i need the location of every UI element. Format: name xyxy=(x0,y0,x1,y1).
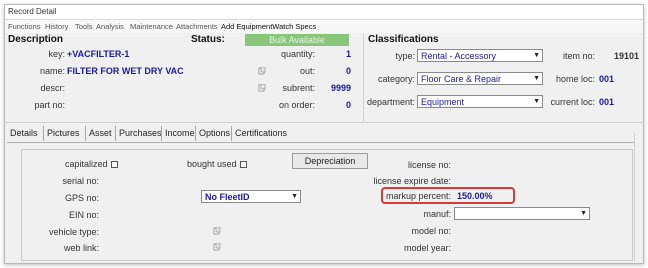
tab-income[interactable]: Income xyxy=(161,126,198,141)
markup-value[interactable]: 150.00% xyxy=(457,191,493,201)
currentloc-value[interactable]: 001 xyxy=(599,97,614,107)
status-badge: Bulk Available xyxy=(245,34,349,46)
currentloc-label: current loc: xyxy=(550,97,595,107)
homeloc-label: home loc: xyxy=(555,74,595,84)
tab-certifications[interactable]: Certifications xyxy=(231,126,290,141)
category-label: category: xyxy=(377,74,415,84)
manuf-label: manuf: xyxy=(423,209,451,219)
fleet-select-value: No FleetID xyxy=(205,192,250,202)
type-select-value: Rental - Accessory xyxy=(421,51,497,61)
department-select[interactable]: Equipment ▼ xyxy=(417,95,543,108)
web-link-label: web link: xyxy=(63,243,99,253)
notes-icon[interactable] xyxy=(213,227,221,235)
tab-details[interactable]: Details xyxy=(7,126,41,141)
license-expire-label: license expire date: xyxy=(373,176,451,186)
name-value[interactable]: FILTER FOR WET DRY VAC xyxy=(67,66,184,76)
classifications-title: Classifications xyxy=(368,34,439,45)
section-divider xyxy=(363,34,364,122)
menu-add-equipmentwatch-specs[interactable]: Add EquipmentWatch Specs xyxy=(221,22,316,31)
serial-label: serial no: xyxy=(62,176,99,186)
homeloc-value[interactable]: 001 xyxy=(599,74,614,84)
key-label: key: xyxy=(48,49,65,59)
model-year-label: model year: xyxy=(403,243,451,253)
description-panel: Description key: +VACFILTER-1 name: FILT… xyxy=(5,34,363,122)
itemno-label: item no: xyxy=(562,51,595,61)
header-divider xyxy=(5,122,643,123)
category-select-value: Floor Care & Repair xyxy=(421,74,502,84)
asset-tab-content: capitalized bought used Depreciation ser… xyxy=(7,142,639,263)
descr-label: descr: xyxy=(40,83,65,93)
onorder-label: on order: xyxy=(278,100,315,110)
category-select[interactable]: Floor Care & Repair ▼ xyxy=(417,72,543,85)
type-select[interactable]: Rental - Accessory ▼ xyxy=(417,49,543,62)
tab-purchases[interactable]: Purchases xyxy=(115,126,165,141)
notes-icon[interactable] xyxy=(213,243,221,251)
description-title: Description xyxy=(8,34,64,45)
notes-icon[interactable] xyxy=(258,84,266,92)
key-value[interactable]: +VACFILTER-1 xyxy=(67,49,129,59)
menu-functions[interactable]: Functions xyxy=(8,22,41,31)
license-label: license no: xyxy=(407,160,451,170)
manuf-select[interactable]: ▼ xyxy=(454,207,590,220)
capitalized-label: capitalized xyxy=(65,159,118,169)
notes-icon[interactable] xyxy=(258,67,266,75)
chevron-down-icon[interactable]: ▼ xyxy=(533,75,540,82)
ein-label: EIN no: xyxy=(68,210,99,220)
gps-label: GPS no: xyxy=(64,193,99,203)
title-bar: Record Detail xyxy=(5,5,643,20)
quantity-value: 1 xyxy=(345,49,351,59)
menu-attachments[interactable]: Attachments xyxy=(176,22,218,31)
out-label: out: xyxy=(299,66,315,76)
model-no-label: model no: xyxy=(411,226,451,236)
name-label: name: xyxy=(39,66,65,76)
itemno-value: 19101 xyxy=(613,51,639,61)
department-select-value: Equipment xyxy=(421,97,465,107)
window-title: Record Detail xyxy=(8,7,57,16)
vehicle-type-label: vehicle type: xyxy=(48,227,99,237)
tab-bar: Details Pictures Asset Purchases Income … xyxy=(5,126,643,142)
tab-options[interactable]: Options xyxy=(195,126,233,141)
menu-bar: Functions History Tools Analysis Mainten… xyxy=(5,20,643,33)
menu-tools[interactable]: Tools xyxy=(75,22,93,31)
bought-used-label: bought used xyxy=(187,159,247,169)
subrent-label: subrent: xyxy=(282,83,315,93)
vertical-scrollbar[interactable] xyxy=(634,133,643,261)
onorder-value: 0 xyxy=(345,100,351,110)
chevron-down-icon[interactable]: ▼ xyxy=(533,98,540,105)
subrent-value: 9999 xyxy=(330,83,351,93)
capitalized-checkbox[interactable] xyxy=(110,161,118,168)
type-label: type: xyxy=(395,51,415,61)
chevron-down-icon[interactable]: ▼ xyxy=(291,193,298,200)
tab-pictures[interactable]: Pictures xyxy=(43,126,83,141)
tab-asset[interactable]: Asset xyxy=(85,126,115,141)
chevron-down-icon[interactable]: ▼ xyxy=(580,210,587,217)
depreciation-button[interactable]: Depreciation xyxy=(292,153,368,169)
quantity-label: quantity: xyxy=(280,49,315,59)
fleet-select[interactable]: No FleetID ▼ xyxy=(201,190,301,203)
chevron-down-icon[interactable]: ▼ xyxy=(533,52,540,59)
menu-history[interactable]: History xyxy=(45,22,68,31)
record-detail-window: Record Detail Functions History Tools An… xyxy=(4,4,644,264)
status-title: Status: xyxy=(191,34,225,45)
partno-label: part no: xyxy=(34,100,65,110)
classifications-panel: Classifications type: Rental - Accessory… xyxy=(365,34,643,122)
menu-maintenance[interactable]: Maintenance xyxy=(130,22,173,31)
department-label: department: xyxy=(366,97,415,107)
out-value: 0 xyxy=(345,66,351,76)
markup-label: markup percent: xyxy=(385,191,451,201)
bought-used-checkbox[interactable] xyxy=(239,161,247,168)
menu-analysis[interactable]: Analysis xyxy=(96,22,124,31)
